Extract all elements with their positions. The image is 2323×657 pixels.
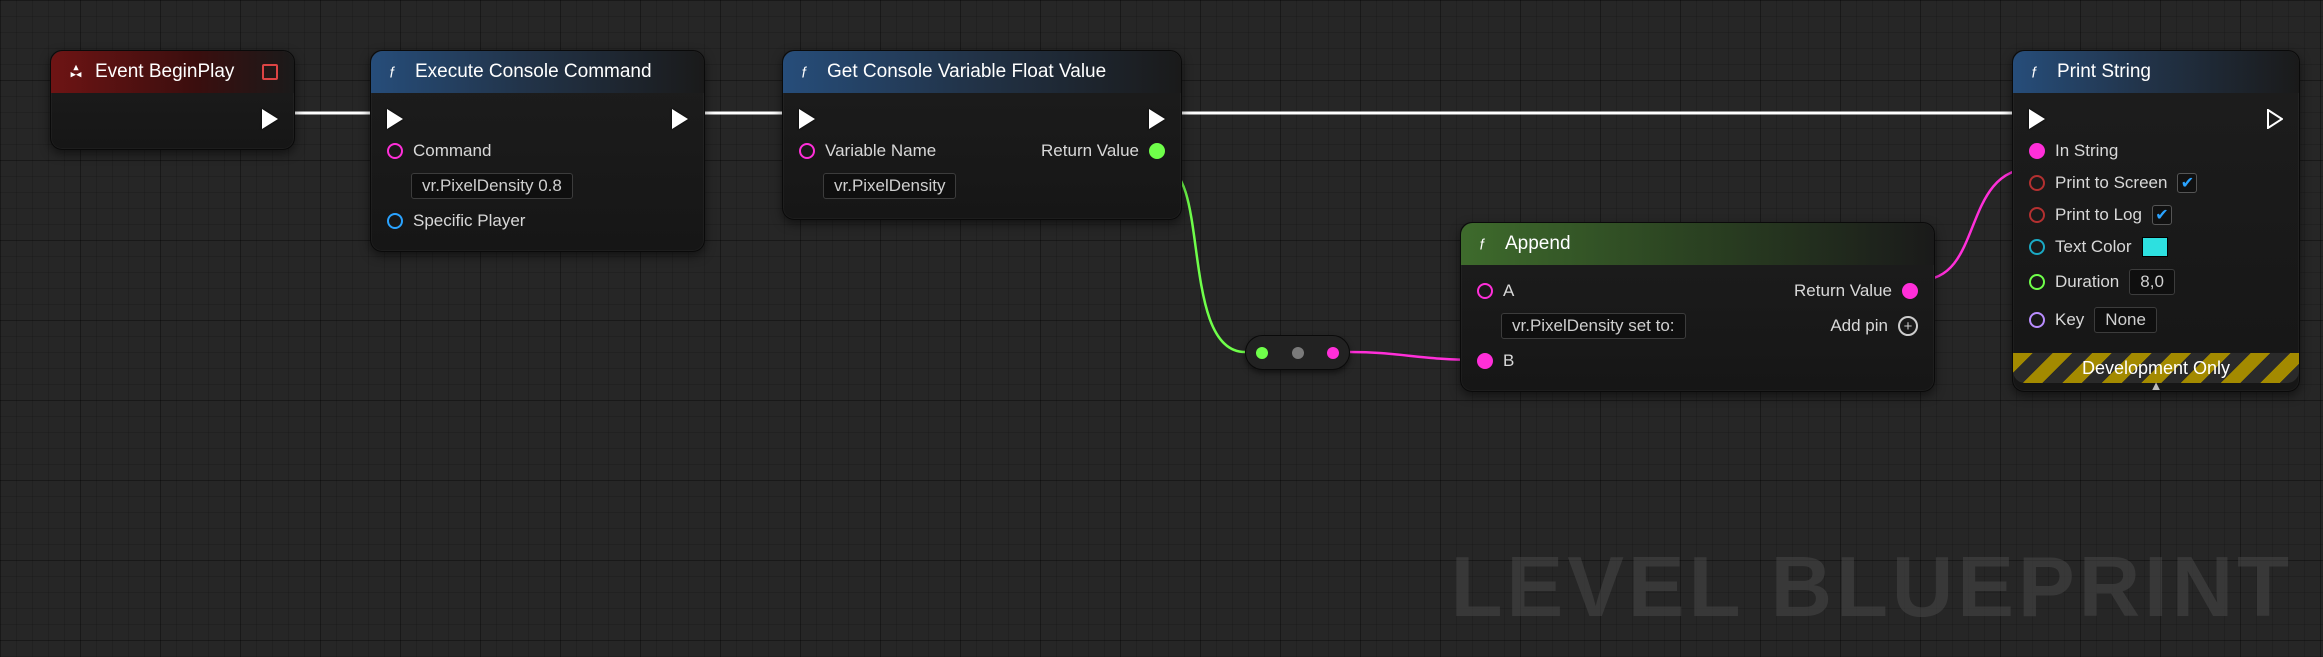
add-pin-label: Add pin [1830,316,1888,336]
in-string-label: In String [2055,141,2118,161]
return-value-label: Return Value [1794,281,1892,301]
svg-text:f: f [2032,65,2038,81]
convert-center-icon [1292,347,1304,359]
node-title: Event BeginPlay [95,61,234,83]
print-to-log-label: Print to Log [2055,205,2142,225]
float-input-pin[interactable] [1256,347,1268,359]
a-text-input[interactable]: vr.PixelDensity set to: [1501,313,1686,339]
text-color-input-pin[interactable] [2029,239,2045,255]
variable-name-text-input[interactable]: vr.PixelDensity [823,173,956,199]
variable-name-input-pin[interactable] [799,143,815,159]
command-text-input[interactable]: vr.PixelDensity 0.8 [411,173,573,199]
function-icon: f [2029,63,2047,81]
command-input-pin[interactable] [387,143,403,159]
key-text-input[interactable]: None [2094,307,2157,333]
svg-text:f: f [390,65,396,81]
node-append[interactable]: f Append A Return Value vr.PixelDensity … [1460,222,1935,392]
b-input-pin[interactable] [1477,353,1493,369]
function-icon: f [387,63,405,81]
duration-label: Duration [2055,272,2119,292]
a-input-pin[interactable] [1477,283,1493,299]
add-pin-button[interactable]: + [1898,316,1918,336]
exec-input-pin[interactable] [387,109,403,129]
command-label: Command [413,141,491,161]
node-title: Print String [2057,61,2151,83]
print-to-log-checkbox[interactable]: ✔ [2152,205,2172,225]
node-float-to-string[interactable] [1245,335,1350,370]
node-get-console-variable-float[interactable]: f Get Console Variable Float Value Varia… [782,50,1182,220]
collapse-caret-icon[interactable]: ▲ [2013,381,2299,391]
variable-name-label: Variable Name [825,141,936,161]
print-to-screen-checkbox[interactable]: ✔ [2177,173,2197,193]
function-icon: f [1477,235,1495,253]
node-title: Execute Console Command [415,61,652,83]
node-header[interactable]: f Print String [2013,51,2299,93]
return-value-output-pin[interactable] [1149,143,1165,159]
print-to-log-input-pin[interactable] [2029,207,2045,223]
watermark-text: LEVEL BLUEPRINT [1451,539,2293,637]
return-value-output-pin[interactable] [1902,283,1918,299]
key-label: Key [2055,310,2084,330]
key-input-pin[interactable] [2029,312,2045,328]
exec-input-pin[interactable] [2029,109,2045,129]
function-icon: f [799,63,817,81]
exec-output-pin[interactable] [262,109,278,129]
in-string-input-pin[interactable] [2029,143,2045,159]
specific-player-label: Specific Player [413,211,525,231]
node-header[interactable]: f Append [1461,223,1934,265]
node-execute-console-command[interactable]: f Execute Console Command Command vr.Pix… [370,50,705,252]
string-output-pin[interactable] [1327,347,1339,359]
exec-output-pin[interactable] [672,109,688,129]
svg-text:f: f [802,65,808,81]
node-event-begin-play[interactable]: Event BeginPlay [50,50,295,150]
duration-input-pin[interactable] [2029,274,2045,290]
print-to-screen-input-pin[interactable] [2029,175,2045,191]
return-value-label: Return Value [1041,141,1139,161]
node-header[interactable]: f Execute Console Command [371,51,704,93]
exec-output-pin[interactable] [2267,109,2283,129]
duration-text-input[interactable]: 8,0 [2129,269,2175,295]
node-header[interactable]: f Get Console Variable Float Value [783,51,1181,93]
exec-input-pin[interactable] [799,109,815,129]
node-print-string[interactable]: f Print String In String Print to Screen… [2012,50,2300,392]
text-color-label: Text Color [2055,237,2132,257]
node-title: Get Console Variable Float Value [827,61,1106,83]
text-color-swatch[interactable] [2142,237,2168,257]
delegate-output-pin[interactable] [262,64,278,80]
svg-text:f: f [1480,237,1486,253]
exec-output-pin[interactable] [1149,109,1165,129]
specific-player-input-pin[interactable] [387,213,403,229]
event-icon [67,63,85,81]
b-label: B [1503,351,1514,371]
node-header[interactable]: Event BeginPlay [51,51,294,93]
node-title: Append [1505,233,1571,255]
print-to-screen-label: Print to Screen [2055,173,2167,193]
a-label: A [1503,281,1514,301]
